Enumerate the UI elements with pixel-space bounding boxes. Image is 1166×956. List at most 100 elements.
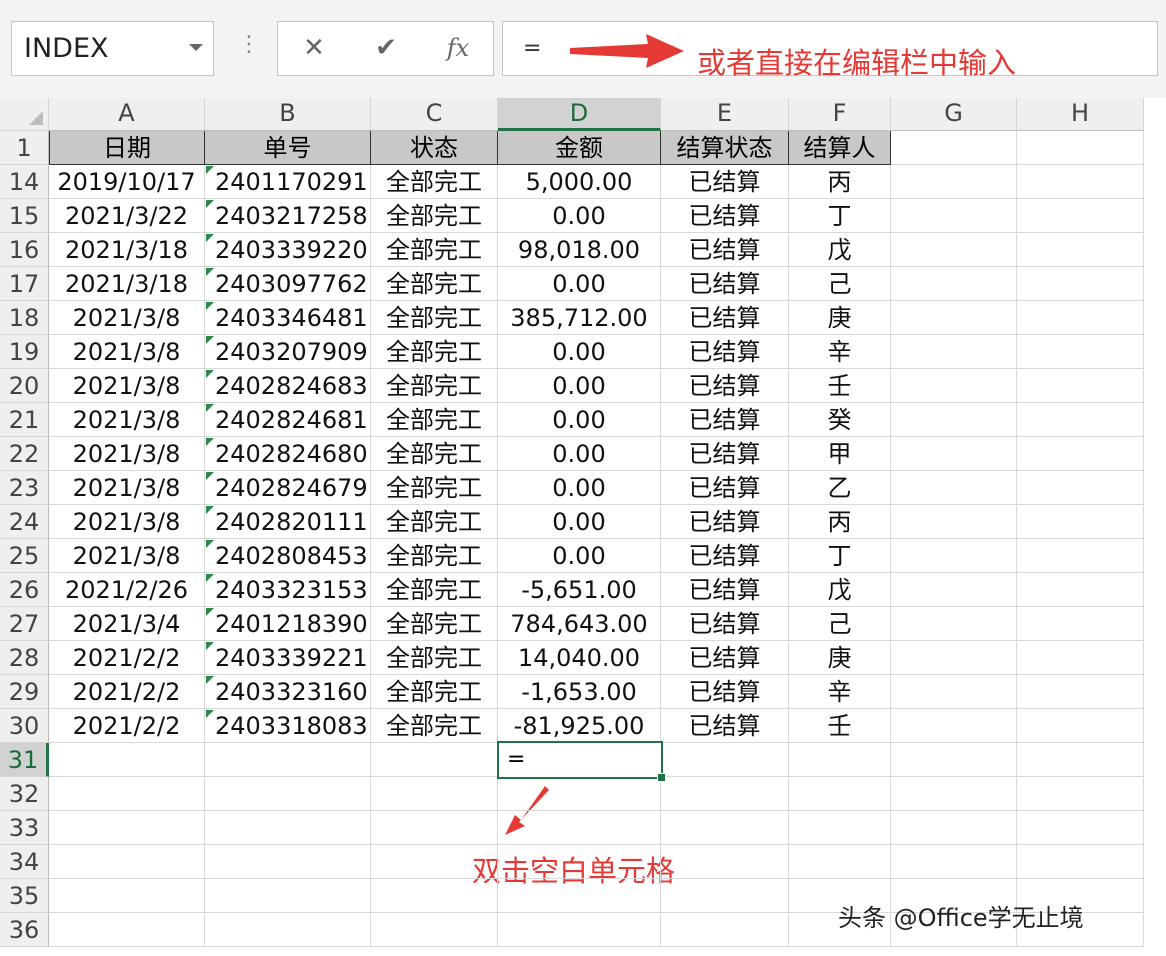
empty-cell[interactable] xyxy=(789,845,891,879)
empty-cell[interactable] xyxy=(1017,437,1144,471)
table-cell[interactable]: 庚 xyxy=(789,301,891,335)
row-header[interactable]: 26 xyxy=(0,573,49,607)
empty-cell[interactable] xyxy=(891,335,1017,369)
table-cell[interactable]: 2401218390 xyxy=(205,607,371,641)
column-header-c[interactable]: C xyxy=(371,98,498,131)
table-cell[interactable]: 丁 xyxy=(789,199,891,233)
insert-function-icon[interactable]: fx xyxy=(438,22,478,75)
table-cell[interactable]: 2403097762 xyxy=(205,267,371,301)
table-cell[interactable]: 全部完工 xyxy=(371,471,498,505)
table-cell[interactable]: 全部完工 xyxy=(371,233,498,267)
table-cell[interactable]: 已结算 xyxy=(661,709,789,743)
empty-cell[interactable] xyxy=(49,811,205,845)
empty-cell[interactable] xyxy=(371,913,498,947)
column-header-h[interactable]: H xyxy=(1017,98,1144,131)
empty-cell[interactable] xyxy=(205,845,371,879)
table-cell[interactable]: 2403318083 xyxy=(205,709,371,743)
table-cell[interactable]: 2403207909 xyxy=(205,335,371,369)
empty-cell[interactable] xyxy=(205,743,371,777)
table-cell[interactable]: 0.00 xyxy=(498,335,661,369)
table-cell[interactable]: 全部完工 xyxy=(371,335,498,369)
table-cell[interactable]: 2402824680 xyxy=(205,437,371,471)
empty-cell[interactable] xyxy=(1017,845,1144,879)
table-cell[interactable]: 全部完工 xyxy=(371,369,498,403)
table-cell[interactable]: -81,925.00 xyxy=(498,709,661,743)
table-cell[interactable]: -1,653.00 xyxy=(498,675,661,709)
table-cell[interactable]: 已结算 xyxy=(661,335,789,369)
row-header[interactable]: 16 xyxy=(0,233,49,267)
empty-cell[interactable] xyxy=(1017,539,1144,573)
table-cell[interactable]: 全部完工 xyxy=(371,437,498,471)
empty-cell[interactable] xyxy=(205,913,371,947)
empty-cell[interactable] xyxy=(1017,573,1144,607)
empty-cell[interactable] xyxy=(891,777,1017,811)
table-cell[interactable]: 已结算 xyxy=(661,199,789,233)
table-cell[interactable]: 2021/3/4 xyxy=(49,607,205,641)
column-header-e[interactable]: E xyxy=(661,98,789,131)
table-cell[interactable]: 甲 xyxy=(789,437,891,471)
empty-cell[interactable] xyxy=(49,743,205,777)
empty-cell[interactable] xyxy=(891,131,1017,165)
table-cell[interactable]: 2021/3/8 xyxy=(49,539,205,573)
table-cell[interactable]: 2403323153 xyxy=(205,573,371,607)
empty-cell[interactable] xyxy=(1017,505,1144,539)
empty-cell[interactable] xyxy=(371,743,498,777)
row-header[interactable]: 33 xyxy=(0,811,49,845)
empty-cell[interactable] xyxy=(661,811,789,845)
table-cell[interactable]: 丁 xyxy=(789,539,891,573)
table-cell[interactable]: 2021/3/8 xyxy=(49,505,205,539)
empty-cell[interactable] xyxy=(891,165,1017,199)
table-cell[interactable]: 2403346481 xyxy=(205,301,371,335)
row-header[interactable]: 30 xyxy=(0,709,49,743)
empty-cell[interactable] xyxy=(498,845,661,879)
table-cell[interactable]: 全部完工 xyxy=(371,641,498,675)
row-header[interactable]: 24 xyxy=(0,505,49,539)
table-cell[interactable]: 2021/3/8 xyxy=(49,403,205,437)
table-header-cell[interactable]: 结算状态 xyxy=(661,131,789,165)
table-cell[interactable]: 已结算 xyxy=(661,233,789,267)
empty-cell[interactable] xyxy=(891,369,1017,403)
table-cell[interactable]: 0.00 xyxy=(498,471,661,505)
cancel-icon[interactable]: ✕ xyxy=(294,22,334,75)
table-cell[interactable]: 壬 xyxy=(789,369,891,403)
row-header[interactable]: 15 xyxy=(0,199,49,233)
table-cell[interactable]: 全部完工 xyxy=(371,301,498,335)
table-cell[interactable]: 全部完工 xyxy=(371,573,498,607)
table-cell[interactable]: 已结算 xyxy=(661,539,789,573)
table-cell[interactable]: 2402820111 xyxy=(205,505,371,539)
table-cell[interactable]: 2021/3/22 xyxy=(49,199,205,233)
empty-cell[interactable] xyxy=(891,233,1017,267)
row-header[interactable]: 18 xyxy=(0,301,49,335)
column-header-d[interactable]: D xyxy=(498,98,661,131)
empty-cell[interactable] xyxy=(1017,743,1144,777)
row-header[interactable]: 14 xyxy=(0,165,49,199)
table-cell[interactable]: 385,712.00 xyxy=(498,301,661,335)
table-cell[interactable]: 0.00 xyxy=(498,199,661,233)
row-header[interactable]: 28 xyxy=(0,641,49,675)
empty-cell[interactable] xyxy=(1017,233,1144,267)
row-header[interactable]: 20 xyxy=(0,369,49,403)
empty-cell[interactable] xyxy=(205,879,371,913)
table-cell[interactable]: 14,040.00 xyxy=(498,641,661,675)
empty-cell[interactable] xyxy=(498,811,661,845)
empty-cell[interactable] xyxy=(498,913,661,947)
empty-cell[interactable] xyxy=(371,777,498,811)
table-cell[interactable]: 癸 xyxy=(789,403,891,437)
table-cell[interactable]: 已结算 xyxy=(661,641,789,675)
table-cell[interactable]: 2021/3/8 xyxy=(49,437,205,471)
row-header[interactable]: 36 xyxy=(0,913,49,947)
table-header-cell[interactable]: 状态 xyxy=(371,131,498,165)
empty-cell[interactable] xyxy=(1017,709,1144,743)
table-cell[interactable]: 2021/3/8 xyxy=(49,301,205,335)
table-cell[interactable]: 已结算 xyxy=(661,607,789,641)
row-header[interactable]: 23 xyxy=(0,471,49,505)
table-cell[interactable]: 0.00 xyxy=(498,539,661,573)
empty-cell[interactable] xyxy=(49,845,205,879)
row-header[interactable]: 21 xyxy=(0,403,49,437)
select-all-corner[interactable] xyxy=(0,98,49,131)
table-cell[interactable]: 辛 xyxy=(789,675,891,709)
empty-cell[interactable] xyxy=(49,913,205,947)
empty-cell[interactable] xyxy=(891,403,1017,437)
empty-cell[interactable] xyxy=(661,743,789,777)
table-cell[interactable]: 2403339220 xyxy=(205,233,371,267)
